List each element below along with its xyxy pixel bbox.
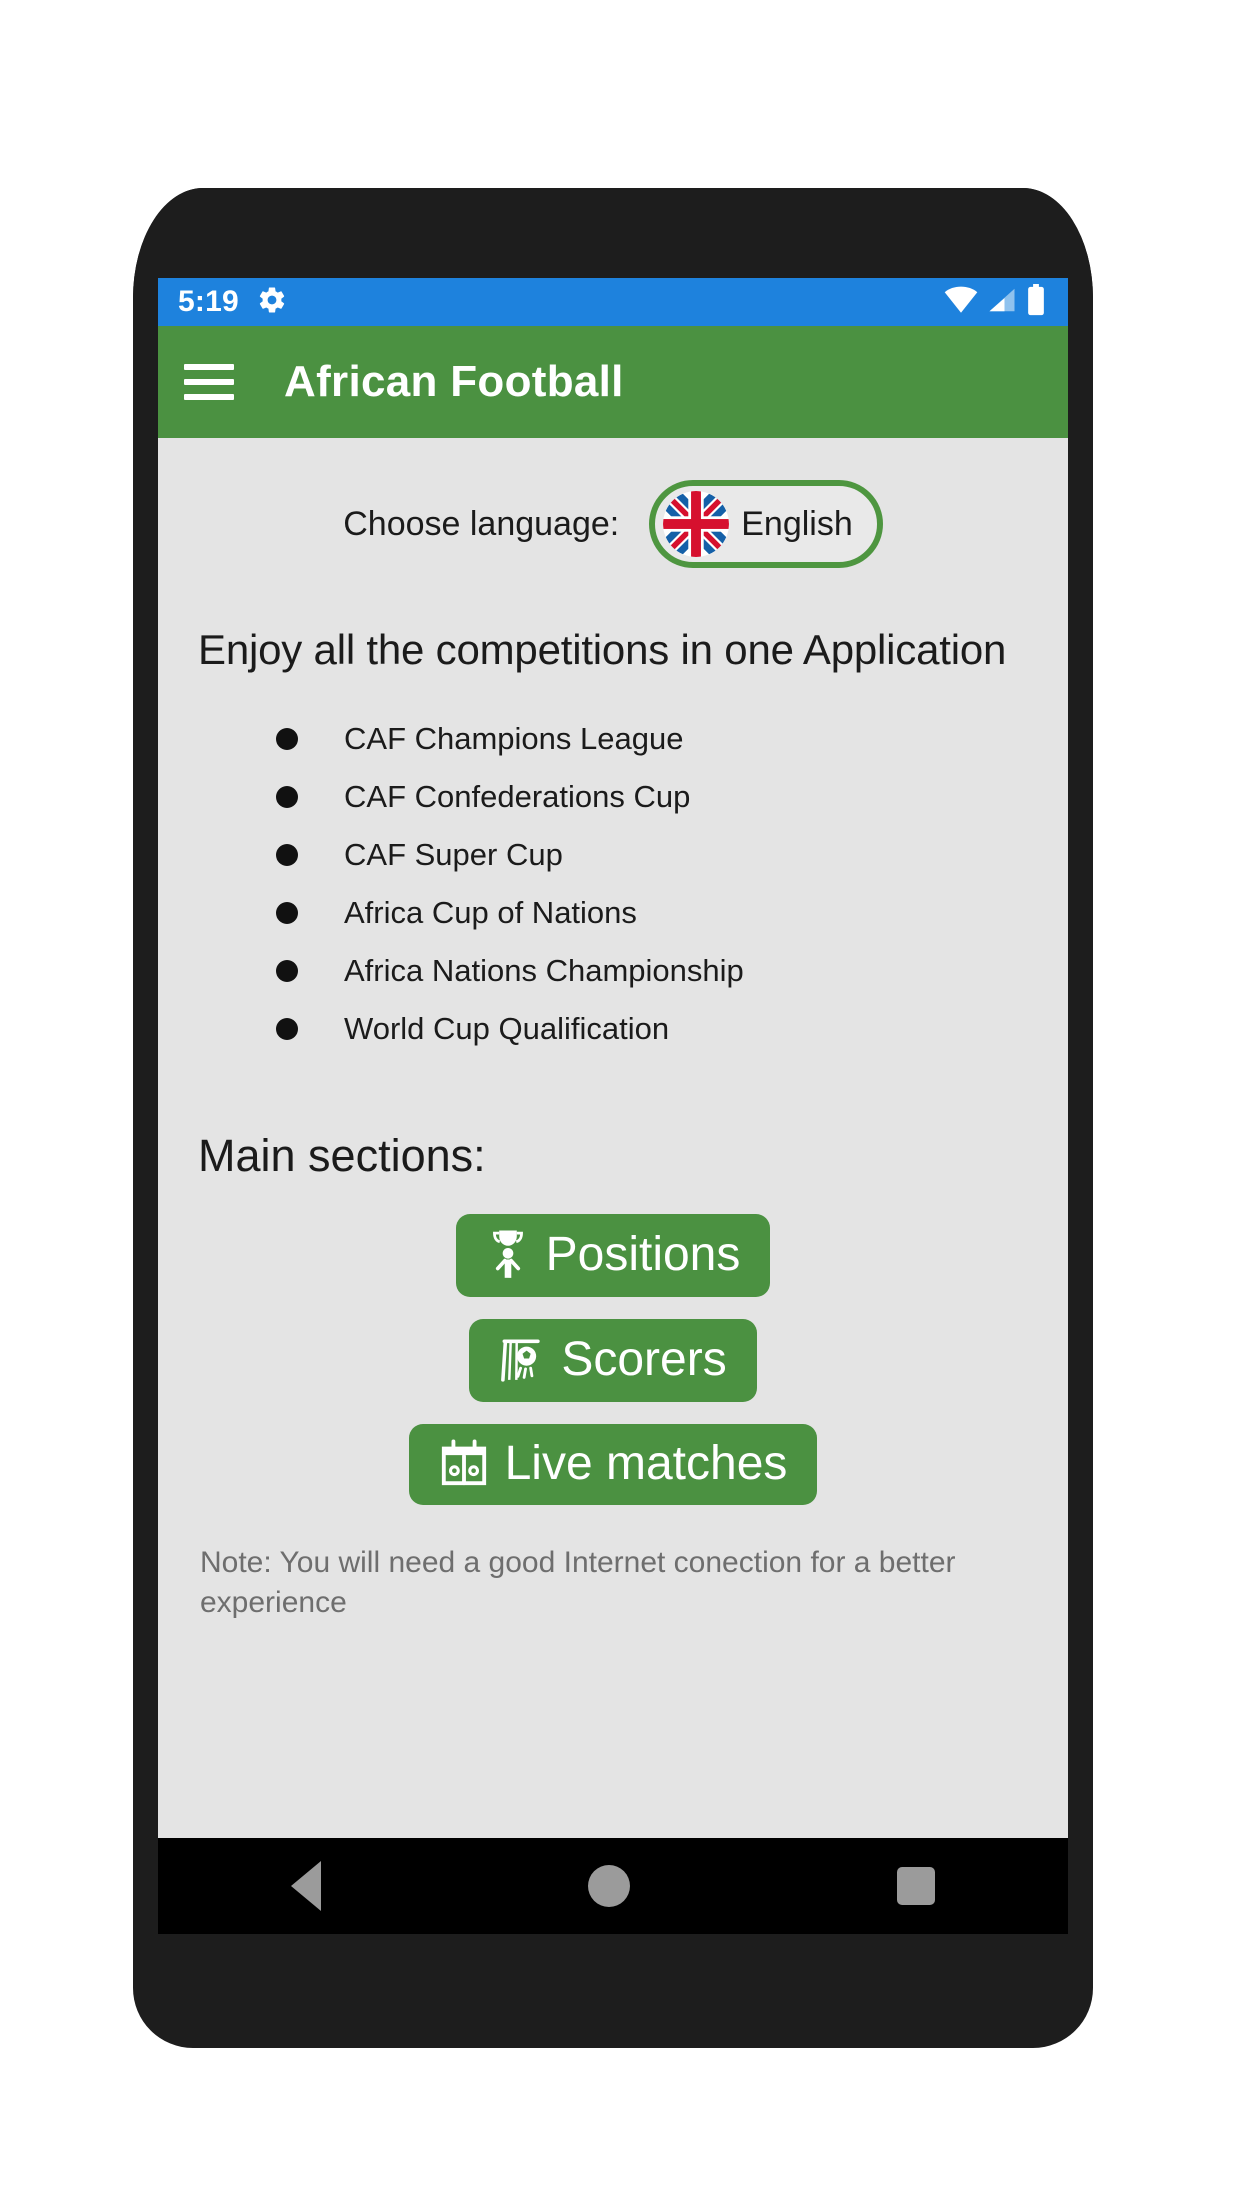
uk-flag-icon [663,491,730,557]
status-time: 5:19 [178,285,239,318]
gear-icon [257,285,287,320]
positions-button[interactable]: Positions [455,1214,771,1297]
main-content: Choose language: English Enjoy all the c… [158,438,1068,1838]
list-item-label: Africa Nations Championship [344,953,744,988]
list-item-label: CAF Champions League [344,721,684,756]
note-text: Note: You will need a good Internet cone… [200,1546,956,1619]
competitions-list: CAF Champions League CAF Confederations … [178,710,1048,1058]
list-item-label: CAF Confederations Cup [344,779,691,814]
page-title: African Football [284,357,624,406]
battery-full-icon [1026,283,1046,321]
main-sections-heading: Main sections: [198,1130,486,1181]
list-item: World Cup Qualification [276,1000,1048,1058]
main-sections-buttons: Positions Scorers Live matches [178,1214,1048,1505]
bullet-icon [276,902,298,924]
bullet-icon [276,1018,298,1040]
live-matches-button[interactable]: Live matches [408,1424,818,1505]
android-nav-bar [158,1838,1068,1934]
app-bar: African Football [158,326,1068,438]
cell-signal-icon [987,285,1017,320]
scorers-button[interactable]: Scorers [469,1319,757,1402]
phone-screen: 5:19 African Football Choose language: E… [158,278,1068,1838]
hamburger-bar [184,379,234,385]
list-item: Africa Nations Championship [276,942,1048,1000]
hamburger-bar [184,364,234,370]
recents-square-icon[interactable] [896,1867,935,1905]
list-item: CAF Confederations Cup [276,768,1048,826]
list-item: CAF Champions League [276,710,1048,768]
home-circle-icon[interactable] [587,1865,630,1907]
status-bar: 5:19 [158,278,1068,326]
live-matches-button-label: Live matches [504,1437,788,1491]
language-selector-row: Choose language: English [178,438,1048,568]
list-item: Africa Cup of Nations [276,884,1048,942]
list-item: CAF Super Cup [276,826,1048,884]
phone-device: 5:19 African Football Choose language: E… [133,188,1093,2048]
bullet-icon [276,844,298,866]
list-item-label: CAF Super Cup [344,837,563,872]
positions-button-label: Positions [545,1228,741,1282]
language-label: Choose language: [343,504,620,543]
back-triangle-icon[interactable] [291,1861,322,1911]
language-selected-value: English [741,504,853,543]
bullet-icon [276,960,298,982]
hamburger-bar [184,394,234,400]
calendar-icon [439,1438,489,1491]
status-icons [944,283,1046,321]
scorers-button-label: Scorers [561,1333,727,1387]
list-item-label: World Cup Qualification [344,1011,670,1046]
wifi-icon [944,285,978,320]
hamburger-menu-icon[interactable] [184,364,234,400]
headline-text: Enjoy all the competitions in one Applic… [198,626,1007,673]
screenshot-root: 5:19 African Football Choose language: E… [0,0,1242,2208]
bullet-icon [276,728,298,750]
trophy-podium-icon [486,1228,530,1283]
goal-net-ball-icon [499,1333,545,1388]
bullet-icon [276,786,298,808]
language-dropdown[interactable]: English [649,480,883,568]
list-item-label: Africa Cup of Nations [344,895,637,930]
